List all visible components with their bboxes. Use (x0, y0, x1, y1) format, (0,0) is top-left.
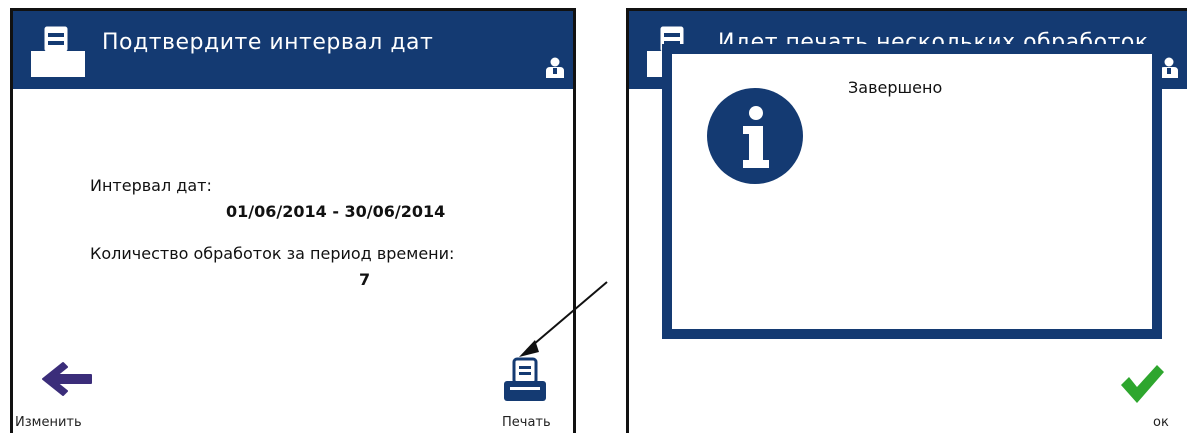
header-bar: Подтвердите интервал дат (13, 11, 573, 89)
treatment-count-label: Количество обработок за период времени: (90, 244, 455, 263)
dialog-body: Завершено (672, 54, 1152, 329)
ok-button[interactable] (1119, 363, 1165, 405)
back-button-label[interactable]: Изменить (15, 415, 82, 430)
ok-button-label[interactable]: ок (1153, 415, 1169, 430)
treatment-count-value: 7 (359, 270, 371, 289)
user-icon (545, 57, 565, 83)
print-button-label[interactable]: Печать (502, 415, 551, 430)
checkmark-icon (1119, 365, 1165, 409)
back-button[interactable] (41, 361, 93, 401)
date-range-label: Интервал дат: (90, 176, 212, 195)
printer-icon (29, 23, 87, 83)
user-icon (1159, 57, 1179, 83)
print-button[interactable] (503, 357, 547, 403)
info-icon (707, 88, 803, 184)
date-range-value: 01/06/2014 - 30/06/2014 (226, 202, 446, 221)
arrow-left-icon (41, 362, 93, 401)
annotation-arrow (519, 281, 608, 357)
printing-screen: Идет печать нескольких обработок Заверше… (626, 8, 1187, 433)
completion-dialog: Завершено (662, 44, 1162, 339)
printer-icon (503, 357, 547, 407)
confirm-date-range-screen: Подтвердите интервал дат Интервал дат: 0… (10, 8, 576, 433)
page-title: Подтвердите интервал дат (102, 30, 434, 55)
dialog-message: Завершено (848, 78, 943, 97)
